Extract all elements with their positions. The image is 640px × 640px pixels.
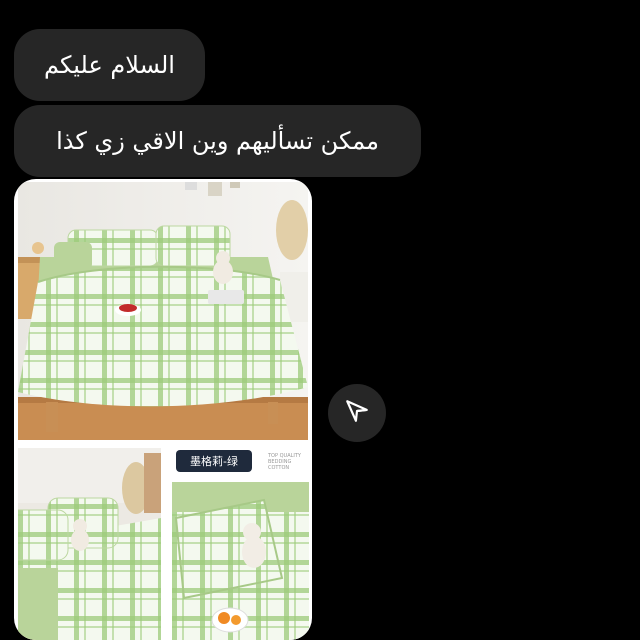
message-bubble[interactable]: ممكن تسأليهم وين الاقي زي كذا [14,105,421,177]
paper-plane-icon [344,398,370,428]
product-tag-label: 墨格莉-绿 [190,455,238,468]
message-text: ممكن تسأليهم وين الاقي زي كذا [56,127,379,155]
product-tag-fine-print: TOP QUALITY BEDDING COTTON [268,453,301,471]
bed-illustration [18,182,308,440]
bed-photo-main [18,182,308,440]
share-button[interactable] [328,384,386,442]
bed-illustration [172,448,309,640]
bed-illustration [18,448,161,640]
message-text: السلام عليكم [44,51,175,79]
shared-photo-card[interactable] [14,179,312,640]
bed-photo-detail-left [18,448,161,640]
product-tag: 墨格莉-绿 [176,450,252,472]
bed-photo-detail-right [172,448,309,640]
message-bubble[interactable]: السلام عليكم [14,29,205,101]
